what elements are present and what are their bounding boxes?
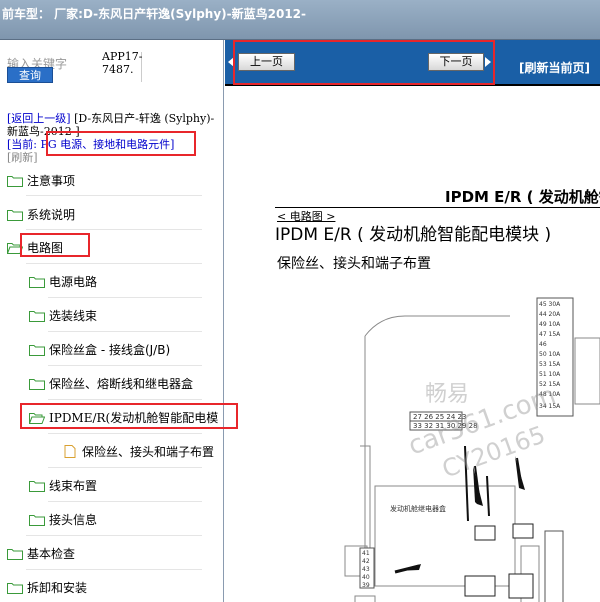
top-header: 前车型： 厂家:D-东风日产轩逸(Sylphy)-新蓝鸟2012- xyxy=(0,0,600,40)
app-code: APP17- 7487. xyxy=(102,50,143,76)
page-navbar: 上一页 下一页 [刷新当前页] xyxy=(225,40,600,84)
svg-text:46: 46 xyxy=(539,341,547,348)
next-page-button[interactable]: 下一页 xyxy=(428,53,484,71)
divider xyxy=(26,569,202,570)
content-pane: 上一页 下一页 [刷新当前页] IPDM E/R ( 发动机舱智 < 电路图 >… xyxy=(225,40,600,602)
folder-open-icon xyxy=(29,413,45,424)
back-link[interactable]: [返回上一级] xyxy=(7,112,71,125)
diagram-label: 发动机舱继电器盒 xyxy=(390,504,446,513)
vehicle-title: 前车型： 厂家:D-东风日产轩逸(Sylphy)-新蓝鸟2012- xyxy=(2,7,307,21)
left-sidebar: 输入关键字 查询 APP17- 7487. [返回上一级] [D-东风日产-轩逸… xyxy=(0,40,224,602)
folder-icon xyxy=(7,176,23,187)
refresh-link[interactable]: [刷新] xyxy=(7,151,38,164)
folder-icon xyxy=(29,481,45,492)
document-page: IPDM E/R ( 发动机舱智 < 电路图 > IPDM E/R ( 发动机舱… xyxy=(225,84,600,602)
svg-text:33 32 31 30 29 28: 33 32 31 30 29 28 xyxy=(413,422,478,430)
folder-open-icon xyxy=(7,243,23,254)
divider xyxy=(26,535,202,536)
svg-text:45 30A: 45 30A xyxy=(539,301,561,308)
search-button[interactable]: 查询 xyxy=(7,67,53,83)
folder-icon xyxy=(7,549,23,560)
prev-page-button[interactable]: 上一页 xyxy=(238,53,295,71)
svg-text:41: 41 xyxy=(362,550,370,557)
svg-text:39: 39 xyxy=(362,582,370,589)
svg-text:50 10A: 50 10A xyxy=(539,351,561,358)
svg-text:49 10A: 49 10A xyxy=(539,321,561,328)
arrow-right-icon xyxy=(485,57,491,67)
divider xyxy=(48,297,202,298)
fuse-column: 45 30A 44 20A 49 10A 47 15A 46 50 10A 53… xyxy=(539,301,561,410)
divider xyxy=(26,263,202,264)
svg-text:47 15A: 47 15A xyxy=(539,331,561,338)
divider xyxy=(48,399,202,400)
svg-text:53 15A: 53 15A xyxy=(539,361,561,368)
current-section: PG 电源、接地和电路元件] xyxy=(37,138,175,151)
small-fuse-block: 41 42 43 40 39 xyxy=(359,547,375,589)
document-icon xyxy=(64,445,76,458)
refresh-page-button[interactable]: [刷新当前页] xyxy=(519,59,590,76)
divider xyxy=(26,229,202,230)
folder-icon xyxy=(29,379,45,390)
svg-text:52 15A: 52 15A xyxy=(539,381,561,388)
svg-text:48 10A: 48 10A xyxy=(539,391,561,398)
folder-icon xyxy=(7,583,23,594)
divider xyxy=(48,501,202,502)
divider xyxy=(48,365,202,366)
fuse-layout-diagram: 27 26 25 24 23 33 32 31 30 29 28 45 30A … xyxy=(344,297,600,602)
svg-text:40: 40 xyxy=(362,574,370,581)
divider xyxy=(48,467,202,468)
svg-text:51 10A: 51 10A xyxy=(539,371,561,378)
svg-text:43: 43 xyxy=(362,566,370,573)
folder-icon xyxy=(29,311,45,322)
page-header-title: IPDM E/R ( 发动机舱智 xyxy=(445,188,600,206)
relay-grid: 27 26 25 24 23 33 32 31 30 29 28 xyxy=(409,411,478,431)
folder-icon xyxy=(29,515,45,526)
svg-text:42: 42 xyxy=(362,558,370,565)
arrow-left-icon xyxy=(228,57,234,67)
folder-icon xyxy=(29,345,45,356)
divider xyxy=(48,331,202,332)
svg-text:27 26 25 24 23: 27 26 25 24 23 xyxy=(413,413,466,421)
breadcrumb: [返回上一级] [D-东风日产-轩逸 (Sylphy)-新蓝鸟-2012-] [… xyxy=(7,112,217,164)
page-title: IPDM E/R ( 发动机舱智能配电模块 ) xyxy=(275,225,552,245)
divider xyxy=(26,195,202,196)
svg-text:44 20A: 44 20A xyxy=(539,311,561,318)
folder-icon xyxy=(29,277,45,288)
page-subtitle: 保险丝、接头和端子布置 xyxy=(277,256,431,272)
svg-text:34 15A: 34 15A xyxy=(539,403,561,410)
current-prefix: [当前: xyxy=(7,138,37,151)
divider xyxy=(48,433,202,434)
folder-icon xyxy=(7,210,23,221)
